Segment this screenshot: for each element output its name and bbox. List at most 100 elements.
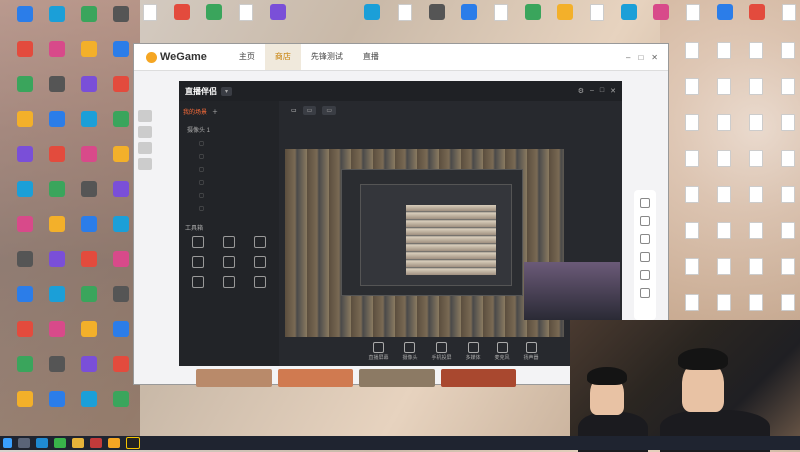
desktop-app-icon[interactable] [40,6,74,23]
desktop-app-icon[interactable] [72,251,106,268]
tab-store[interactable]: 商店 [264,44,301,70]
minimize-icon[interactable]: – [590,87,594,95]
desktop-file-icon[interactable] [771,42,800,60]
windows-start-icon[interactable] [3,438,12,448]
sidebar-game-icon[interactable] [138,126,152,138]
game-thumbnail[interactable] [440,369,516,387]
desktop-app-icon[interactable] [580,4,614,22]
desktop-app-icon[interactable] [516,4,550,21]
desktop-file-icon[interactable] [675,78,709,96]
scene-item[interactable]: ◻ [179,137,279,150]
desktop-file-icon[interactable] [739,222,773,240]
scene-root[interactable]: 摄像头 1 [179,122,279,137]
tool-button[interactable] [183,256,214,270]
info-chip[interactable]: ▭ [302,106,317,115]
desktop-app-icon[interactable] [40,216,74,233]
desktop-app-icon[interactable] [40,321,74,338]
desktop-app-icon[interactable] [388,4,422,22]
desktop-file-icon[interactable] [771,114,800,132]
desktop-app-icon[interactable] [40,286,74,303]
tool-button[interactable] [183,236,214,250]
desktop-app-icon[interactable] [261,4,295,21]
stream-preview[interactable] [285,149,564,337]
scene-item[interactable]: ◻ [179,176,279,189]
desktop-app-icon[interactable] [8,6,42,23]
desktop-file-icon[interactable] [771,258,800,276]
scene-item[interactable]: ◻ [179,150,279,163]
desktop-app-icon[interactable] [452,4,486,21]
desktop-app-icon[interactable] [229,4,263,22]
desktop-app-icon[interactable] [133,4,167,22]
search-icon[interactable] [18,438,30,448]
tool-icon[interactable] [640,270,650,280]
desktop-file-icon[interactable] [707,294,741,312]
close-icon[interactable]: ✕ [610,87,616,95]
tab-live[interactable]: 直播 [353,44,389,70]
desktop-app-icon[interactable] [708,4,742,21]
tool-icon[interactable] [640,288,650,298]
desktop-file-icon[interactable] [739,78,773,96]
close-icon[interactable]: ✕ [651,53,658,62]
desktop-file-icon[interactable] [675,258,709,276]
desktop-file-icon[interactable] [771,78,800,96]
desktop-app-icon[interactable] [40,391,74,408]
desktop-app-icon[interactable] [197,4,231,21]
desktop-app-icon[interactable] [40,251,74,268]
desktop-app-icon[interactable] [8,321,42,338]
tab-pioneer-test[interactable]: 先锋测试 [301,44,353,70]
desktop-app-icon[interactable] [8,41,42,58]
tool-icon[interactable] [640,216,650,226]
game-thumbnail[interactable] [277,369,353,387]
desktop-app-icon[interactable] [72,6,106,23]
maximize-icon[interactable]: □ [638,53,643,62]
explorer-icon[interactable] [72,438,84,448]
desktop-file-icon[interactable] [707,258,741,276]
maximize-icon[interactable]: □ [600,87,604,95]
desktop-app-icon[interactable] [548,4,582,21]
desktop-app-icon[interactable] [40,181,74,198]
desktop-app-icon[interactable] [740,4,774,21]
desktop-app-icon[interactable] [72,216,106,233]
scene-item[interactable]: ◻ [179,202,279,215]
desktop-app-icon[interactable] [644,4,678,21]
desktop-file-icon[interactable] [739,294,773,312]
tool-icon[interactable] [640,198,650,208]
desktop-app-icon[interactable] [8,216,42,233]
desktop-file-icon[interactable] [739,150,773,168]
desktop-file-icon[interactable] [675,222,709,240]
desktop-app-icon[interactable] [40,111,74,128]
desktop-app-icon[interactable] [772,4,800,22]
settings-icon[interactable]: ⚙ [578,87,584,95]
desktop-app-icon[interactable] [484,4,518,22]
tab-home[interactable]: 主页 [229,44,265,70]
desktop-file-icon[interactable] [707,150,741,168]
wechat-icon[interactable] [54,438,66,448]
desktop-app-icon[interactable] [72,286,106,303]
desktop-app-icon[interactable] [72,391,106,408]
sidebar-game-icon[interactable] [138,158,152,170]
scene-item[interactable]: ◻ [179,163,279,176]
wegame-icon[interactable] [108,438,120,448]
desktop-file-icon[interactable] [707,114,741,132]
desktop-app-icon[interactable] [8,146,42,163]
desktop-app-icon[interactable] [72,111,106,128]
desktop-app-icon[interactable] [72,181,106,198]
add-scene-icon[interactable]: ＋ [212,107,218,116]
tool-icon[interactable] [640,234,650,244]
desktop-file-icon[interactable] [771,150,800,168]
desktop-app-icon[interactable] [40,76,74,93]
desktop-file-icon[interactable] [707,186,741,204]
desktop-file-icon[interactable] [675,294,709,312]
desktop-file-icon[interactable] [771,222,800,240]
desktop-file-icon[interactable] [675,150,709,168]
sidebar-game-icon[interactable] [138,110,152,122]
desktop-app-icon[interactable] [8,181,42,198]
desktop-file-icon[interactable] [707,222,741,240]
desktop-app-icon[interactable] [165,4,199,21]
desktop-app-icon[interactable] [72,41,106,58]
desktop-file-icon[interactable] [739,42,773,60]
desktop-app-icon[interactable] [8,286,42,303]
desktop-app-icon[interactable] [72,76,106,93]
desktop-app-icon[interactable] [72,146,106,163]
desktop-app-icon[interactable] [40,146,74,163]
